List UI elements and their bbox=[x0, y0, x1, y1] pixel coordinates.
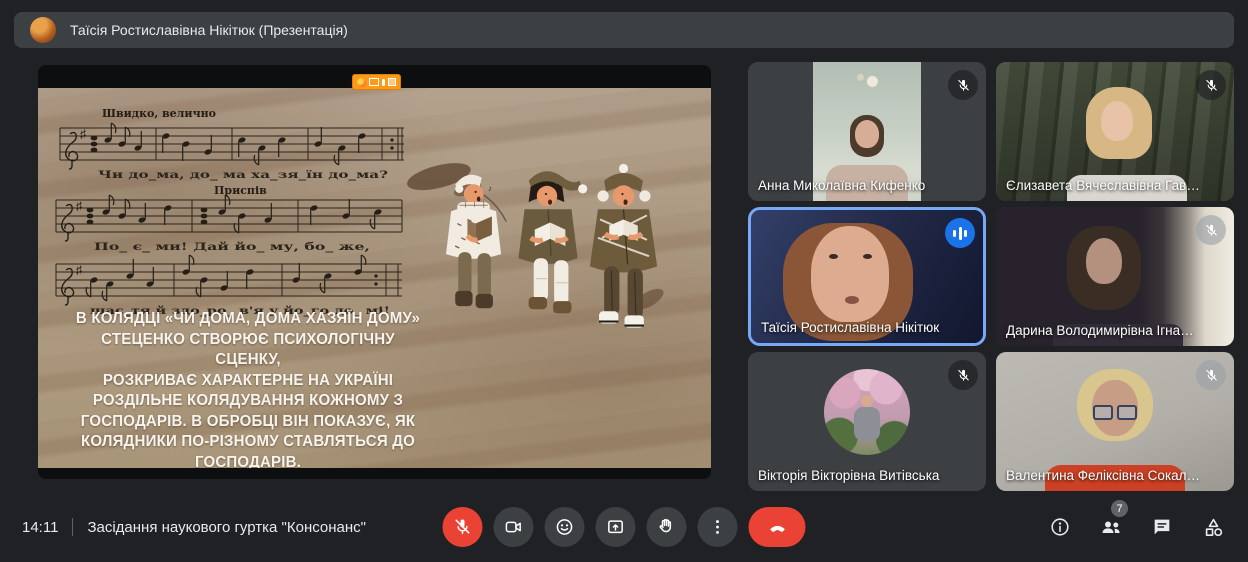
mic-off-icon bbox=[956, 368, 971, 383]
caption-line: ГОСПОДАРІВ. В ОБРОБЦІ ВІН ПОКАЗУЄ, ЯК bbox=[68, 412, 429, 433]
divider bbox=[72, 518, 73, 536]
tempo-label: Швидко, велично bbox=[102, 107, 216, 120]
svg-text:♯: ♯ bbox=[76, 263, 82, 277]
info-icon bbox=[1049, 516, 1071, 538]
participant-tile[interactable]: Валентина Феліксівна Сокал… bbox=[996, 352, 1234, 491]
mic-muted-chip bbox=[1196, 360, 1226, 390]
mic-muted-chip bbox=[948, 70, 978, 100]
more-options-button[interactable] bbox=[698, 507, 738, 547]
mic-off-icon bbox=[453, 517, 473, 537]
firefox-icon bbox=[357, 78, 366, 87]
raise-hand-button[interactable] bbox=[647, 507, 687, 547]
participant-tile[interactable]: Вікторія Вікторівна Витівська bbox=[748, 352, 986, 491]
chat-button[interactable] bbox=[1149, 514, 1175, 540]
participant-name: Таїсія Ростиславівна Нікітюк bbox=[761, 320, 939, 335]
reactions-button[interactable] bbox=[545, 507, 585, 547]
participant-name: Валентина Феліксівна Сокал… bbox=[1006, 468, 1200, 483]
caption-line: КОЛЯДНИКИ ПО-РІЗНОМУ СТАВЛЯТЬСЯ ДО bbox=[68, 432, 429, 453]
participant-name: Єлизавета Вячеславівна Гав… bbox=[1006, 178, 1200, 193]
participant-tile[interactable]: Єлизавета Вячеславівна Гав… bbox=[996, 62, 1234, 201]
chorus-label: Приспів bbox=[214, 184, 267, 197]
microphone-button[interactable] bbox=[443, 507, 483, 547]
meeting-details-button[interactable] bbox=[1047, 514, 1073, 540]
carolers-illustration: ♪ bbox=[394, 148, 700, 396]
participant-tile[interactable]: Дарина Володимирівна Ігна… bbox=[996, 207, 1234, 346]
people-icon bbox=[1099, 515, 1123, 539]
caption-line: ГОСПОДАРІВ. bbox=[68, 453, 429, 469]
camera-icon bbox=[504, 517, 524, 537]
mic-off-icon bbox=[1204, 78, 1219, 93]
slide: Швидко, велично ♯ Чи до_ма, до_ ма ха_зя… bbox=[38, 88, 711, 468]
chat-icon bbox=[1151, 516, 1173, 538]
lyrics-line-1: Чи до_ма, до_ ма ха_зя_їн до_ма? bbox=[98, 169, 388, 182]
slide-caption: В КОЛЯДЦІ «ЧИ ДОМА, ДОМА ХАЗЯЇН ДОМУ» СТ… bbox=[68, 309, 429, 468]
mic-muted-chip bbox=[1196, 215, 1226, 245]
participant-name: Дарина Володимирівна Ігна… bbox=[1006, 323, 1194, 338]
mic-muted-chip bbox=[948, 360, 978, 390]
hand-icon bbox=[657, 517, 677, 537]
clock-time: 14:11 bbox=[22, 519, 58, 536]
presentation-tile[interactable]: Швидко, велично ♯ Чи до_ма, до_ ма ха_зя… bbox=[38, 65, 711, 479]
presentation-banner: Таїсія Ростиславівна Нікітюк (Презентаці… bbox=[14, 12, 1234, 48]
participant-tile-speaking[interactable]: Таїсія Ростиславівна Нікітюк bbox=[748, 207, 986, 346]
camera-button[interactable] bbox=[494, 507, 534, 547]
presentation-banner-title: Таїсія Ростиславівна Нікітюк (Презентаці… bbox=[70, 22, 348, 38]
end-call-button[interactable] bbox=[749, 507, 806, 547]
speaking-indicator bbox=[945, 218, 975, 248]
activities-button[interactable] bbox=[1200, 514, 1226, 540]
svg-text:♯: ♯ bbox=[80, 127, 86, 141]
present-icon bbox=[606, 517, 626, 537]
caption-line: В КОЛЯДЦІ «ЧИ ДОМА, ДОМА ХАЗЯЇН ДОМУ» bbox=[68, 309, 429, 330]
mic-off-icon bbox=[956, 78, 971, 93]
smiley-icon bbox=[555, 517, 575, 537]
shapes-icon bbox=[1202, 516, 1225, 539]
share-stop-icon bbox=[388, 78, 396, 86]
control-bar: 14:11 Засідання наукового гуртка "Консон… bbox=[0, 492, 1248, 562]
mic-off-icon bbox=[1204, 368, 1219, 383]
shared-mic-icon bbox=[382, 79, 385, 86]
participants-count-badge: 7 bbox=[1111, 500, 1128, 517]
sheet-music-graphic: Швидко, велично ♯ Чи до_ма, до_ ма ха_зя… bbox=[46, 104, 448, 318]
people-button[interactable]: 7 bbox=[1098, 514, 1124, 540]
meeting-title: Засідання наукового гуртка "Консонанс" bbox=[87, 519, 366, 536]
shared-display-icon bbox=[369, 78, 379, 86]
svg-text:♪: ♪ bbox=[488, 184, 492, 193]
meet-window: Таїсія Ростиславівна Нікітюк (Презентаці… bbox=[0, 0, 1248, 562]
participant-name: Вікторія Вікторівна Витівська bbox=[758, 468, 939, 483]
present-screen-button[interactable] bbox=[596, 507, 636, 547]
mic-muted-chip bbox=[1196, 70, 1226, 100]
participant-name: Анна Миколаївна Кифенко bbox=[758, 178, 925, 193]
three-dots-icon bbox=[708, 517, 728, 537]
mic-off-icon bbox=[1204, 223, 1219, 238]
svg-text:♯: ♯ bbox=[76, 199, 82, 213]
participant-tile[interactable]: Анна Миколаївна Кифенко bbox=[748, 62, 986, 201]
lyrics-line-2: По_ є_ ми! Дай йо_ му, бо_ же, bbox=[94, 241, 370, 254]
phone-hangup-icon bbox=[766, 516, 788, 538]
caption-line: СТЕЦЕНКО СТВОРЮЄ ПСИХОЛОГІЧНУ СЦЕНКУ, bbox=[68, 330, 429, 371]
presenter-avatar bbox=[30, 17, 56, 43]
participant-avatar bbox=[824, 369, 910, 455]
caption-line: РОЗДІЛЬНЕ КОЛЯДУВАННЯ КОЖНОМУ З bbox=[68, 391, 429, 412]
caption-line: РОЗКРИВАЄ ХАРАКТЕРНЕ НА УКРАЇНІ bbox=[68, 371, 429, 392]
screen-share-indicator[interactable] bbox=[352, 74, 401, 90]
